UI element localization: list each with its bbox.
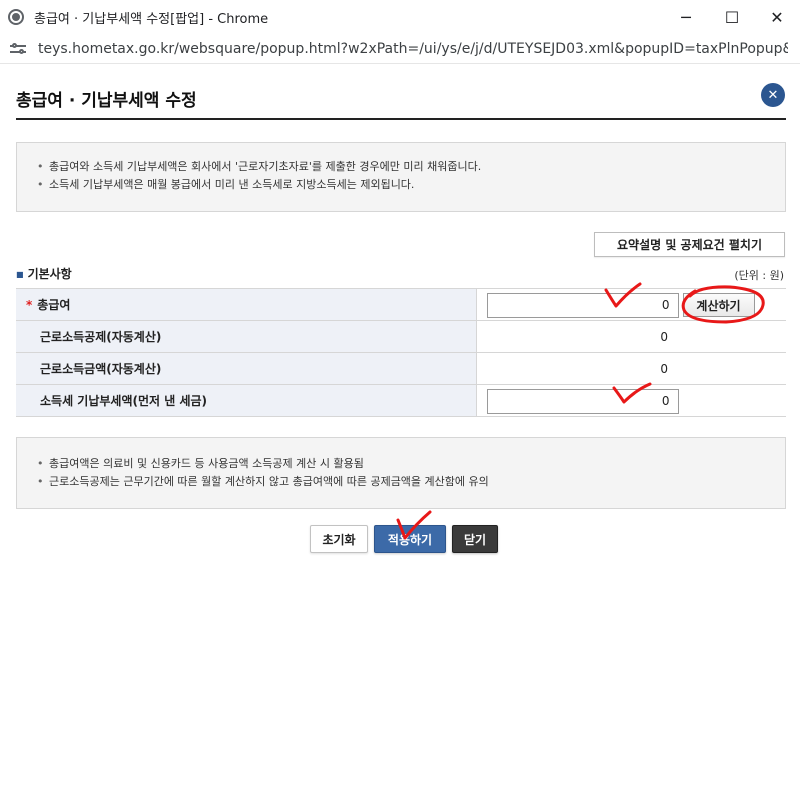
info-notice-bottom: 총급여액은 의료비 및 신용카드 등 사용금액 소득공제 계산 시 활용됨 근로…	[16, 437, 786, 509]
notice-item: 소득세 기납부세액은 매월 봉급에서 미리 낸 소득세로 지방소득세는 제외됩니…	[37, 176, 785, 194]
address-bar: teys.hometax.go.kr/websquare/popup.html?…	[0, 34, 800, 64]
unit-label: (단위 : 원)	[734, 269, 784, 282]
apply-button[interactable]: 적용하기	[374, 525, 446, 553]
window-title: 총급여 · 기납부세액 수정[팝업] - Chrome	[34, 11, 269, 27]
popup-close-icon[interactable]: ✕	[761, 83, 785, 107]
minimize-button[interactable]: ─	[663, 0, 709, 34]
notice-item: 총급여와 소득세 기납부세액은 회사에서 '근로자기초자료'를 제출한 경우에만…	[37, 158, 785, 176]
row-header-gross-pay: * 총급여	[16, 288, 477, 321]
reset-button[interactable]: 초기화	[310, 525, 368, 553]
site-settings-icon[interactable]	[10, 42, 26, 56]
row-value-income-deduction: 0	[476, 320, 786, 353]
notice-item: 총급여액은 의료비 및 신용카드 등 사용금액 소득공제 계산 시 활용됨	[37, 455, 785, 473]
table-row: 소득세 기납부세액(먼저 낸 세금) 0	[16, 384, 786, 417]
calculate-button[interactable]: 계산하기	[682, 293, 755, 317]
row-value-prepaid-tax: 0	[476, 384, 786, 417]
prepaid-tax-input[interactable]: 0	[486, 389, 679, 414]
row-value-income-amount: 0	[476, 352, 786, 385]
info-notice-top: 총급여와 소득세 기납부세액은 회사에서 '근로자기초자료'를 제출한 경우에만…	[16, 142, 786, 212]
section-title: ■ 기본사항	[16, 265, 72, 282]
window-titlebar: 총급여 · 기납부세액 수정[팝업] - Chrome ─ ☐ ✕	[0, 0, 800, 34]
chrome-app-icon	[8, 9, 24, 25]
row-value-gross-pay: 0 계산하기	[476, 288, 786, 321]
income-deduction-value: 0	[660, 330, 668, 344]
gross-pay-input[interactable]: 0	[486, 293, 679, 318]
row-label: 총급여	[37, 298, 71, 312]
table-row: 근로소득공제(자동계산) 0	[16, 320, 786, 353]
section-title-text: 기본사항	[27, 267, 72, 281]
notice-item: 근로소득공제는 근무기간에 따른 월할 계산하지 않고 총급여액에 따른 공제금…	[37, 473, 785, 491]
popup-title: 총급여 · 기납부세액 수정	[16, 91, 197, 111]
expand-summary-button[interactable]: 요약설명 및 공제요건 펼치기	[594, 232, 785, 257]
required-marker: *	[26, 298, 33, 312]
table-row: * 총급여 0 계산하기	[16, 288, 786, 321]
row-header-income-amount: 근로소득금액(자동계산)	[16, 352, 477, 385]
basic-info-table: * 총급여 0 계산하기 근로소득공제(자동계산) 0 근로소득금액(자동계산) …	[16, 288, 786, 417]
window-close-button[interactable]: ✕	[754, 0, 800, 34]
income-amount-value: 0	[660, 362, 668, 376]
close-button[interactable]: 닫기	[452, 525, 498, 553]
title-divider	[16, 118, 786, 120]
url-text[interactable]: teys.hometax.go.kr/websquare/popup.html?…	[38, 41, 788, 57]
table-row: 근로소득금액(자동계산) 0	[16, 352, 786, 385]
bullet-icon: ■	[16, 270, 24, 279]
row-header-prepaid-tax: 소득세 기납부세액(먼저 낸 세금)	[16, 384, 477, 417]
row-header-income-deduction: 근로소득공제(자동계산)	[16, 320, 477, 353]
maximize-button[interactable]: ☐	[709, 0, 755, 34]
